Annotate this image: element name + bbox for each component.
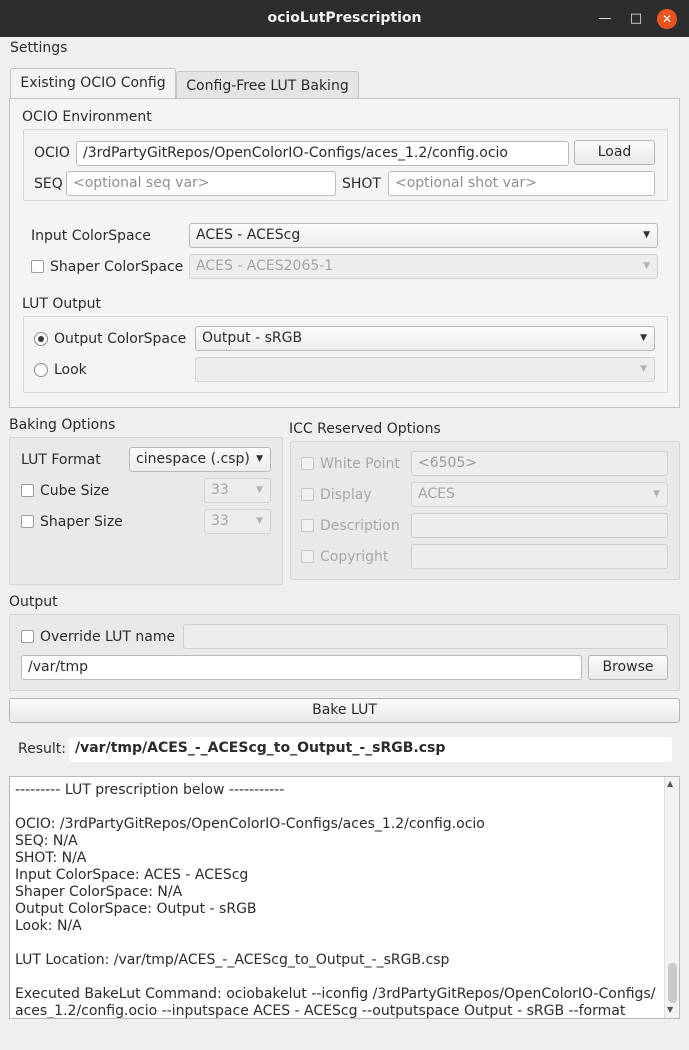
display-label: Display: [320, 487, 372, 503]
white-point-checkbox[interactable]: [301, 457, 314, 470]
window-title: ocioLutPrescription: [267, 10, 422, 26]
chevron-down-icon: ▼: [643, 230, 650, 240]
prescription-log-text: --------- LUT prescription below -------…: [15, 782, 656, 1019]
chevron-down-icon: ▼: [643, 261, 650, 271]
menu-settings[interactable]: Settings: [10, 40, 67, 56]
chevron-down-icon: ▼: [256, 454, 263, 464]
ocio-label: OCIO: [34, 145, 70, 161]
white-point-input[interactable]: <6505>: [411, 451, 668, 476]
cube-size-checkbox[interactable]: [21, 484, 34, 497]
tab-config-free-lut-baking[interactable]: Config-Free LUT Baking: [176, 71, 359, 100]
load-button[interactable]: Load: [574, 140, 655, 165]
menu-bar: Settings: [0, 37, 689, 61]
seq-label: SEQ: [34, 176, 63, 192]
description-input[interactable]: [411, 513, 668, 538]
lut-format-select[interactable]: cinespace (.csp) ▼: [129, 447, 271, 472]
shot-label: SHOT: [342, 176, 381, 192]
display-value: ACES: [418, 486, 455, 502]
output-title: Output: [9, 594, 58, 610]
input-colorspace-value: ACES - ACEScg: [196, 227, 301, 243]
cube-size-select[interactable]: 33 ▼: [204, 478, 271, 503]
shaper-size-select[interactable]: 33 ▼: [204, 509, 271, 534]
copyright-label: Copyright: [320, 549, 389, 565]
result-label: Result:: [18, 741, 66, 757]
tab-label: Existing OCIO Config: [20, 75, 166, 91]
copyright-checkbox[interactable]: [301, 550, 314, 563]
input-colorspace-label: Input ColorSpace: [31, 228, 151, 244]
seq-input[interactable]: <optional seq var>: [66, 171, 336, 196]
shaper-size-label: Shaper Size: [40, 514, 123, 530]
log-scrollbar[interactable]: ▲ ▼: [664, 777, 679, 1018]
input-colorspace-select[interactable]: ACES - ACEScg ▼: [189, 223, 658, 248]
browse-button[interactable]: Browse: [588, 655, 668, 680]
white-point-label: White Point: [320, 456, 400, 472]
ocio-path-input[interactable]: /3rdPartyGitRepos/OpenColorIO-Configs/ac…: [76, 141, 569, 166]
tab-label: Config-Free LUT Baking: [186, 78, 349, 94]
chevron-down-icon: ▼: [256, 485, 263, 495]
look-select[interactable]: ▼: [195, 357, 655, 382]
cube-size-label: Cube Size: [40, 483, 110, 499]
chevron-down-icon: ▼: [640, 333, 647, 343]
output-colorspace-label: Output ColorSpace: [54, 331, 187, 347]
shaper-colorspace-select[interactable]: ACES - ACES2065-1 ▼: [189, 254, 658, 279]
chevron-down-icon: ▼: [256, 516, 263, 526]
shot-input[interactable]: <optional shot var>: [388, 171, 655, 196]
baking-options-title: Baking Options: [9, 417, 116, 433]
title-bar: ocioLutPrescription — □ ✕: [0, 0, 689, 37]
shaper-colorspace-value: ACES - ACES2065-1: [196, 258, 334, 274]
tab-existing-ocio-config[interactable]: Existing OCIO Config: [10, 68, 176, 99]
description-label: Description: [320, 518, 400, 534]
lut-format-label: LUT Format: [21, 452, 101, 468]
scroll-down-icon[interactable]: ▼: [667, 1005, 673, 1014]
chevron-down-icon: ▼: [653, 489, 660, 499]
override-lut-name-label: Override LUT name: [40, 629, 176, 645]
lut-format-value: cinespace (.csp): [136, 451, 250, 467]
output-path-input[interactable]: /var/tmp: [21, 655, 582, 680]
look-label: Look: [54, 362, 87, 378]
scrollbar-thumb[interactable]: [668, 963, 677, 1003]
shaper-colorspace-checkbox[interactable]: [31, 260, 44, 273]
prescription-log[interactable]: --------- LUT prescription below -------…: [9, 776, 680, 1019]
icc-options-title: ICC Reserved Options: [289, 421, 441, 437]
maximize-icon[interactable]: □: [626, 9, 646, 29]
chevron-down-icon: ▼: [640, 364, 647, 374]
ocio-environment-title: OCIO Environment: [22, 109, 152, 125]
shaper-size-checkbox[interactable]: [21, 515, 34, 528]
scroll-up-icon[interactable]: ▲: [667, 779, 673, 788]
output-colorspace-value: Output - sRGB: [202, 330, 303, 346]
lut-output-title: LUT Output: [22, 296, 101, 312]
output-colorspace-radio[interactable]: [34, 332, 48, 346]
cube-size-value: 33: [211, 482, 229, 498]
override-lut-name-checkbox[interactable]: [21, 630, 34, 643]
description-checkbox[interactable]: [301, 519, 314, 532]
bake-lut-button[interactable]: Bake LUT: [9, 698, 680, 723]
result-value: /var/tmp/ACES_-_ACEScg_to_Output_-_sRGB.…: [69, 737, 672, 762]
shaper-colorspace-label: Shaper ColorSpace: [50, 259, 184, 275]
close-icon[interactable]: ✕: [657, 9, 677, 29]
override-lut-name-input[interactable]: [183, 624, 668, 649]
shaper-size-value: 33: [211, 513, 229, 529]
look-radio[interactable]: [34, 363, 48, 377]
display-select[interactable]: ACES ▼: [411, 482, 668, 507]
display-checkbox[interactable]: [301, 488, 314, 501]
copyright-input[interactable]: [411, 544, 668, 569]
minimize-icon[interactable]: —: [595, 9, 615, 29]
output-colorspace-select[interactable]: Output - sRGB ▼: [195, 326, 655, 351]
